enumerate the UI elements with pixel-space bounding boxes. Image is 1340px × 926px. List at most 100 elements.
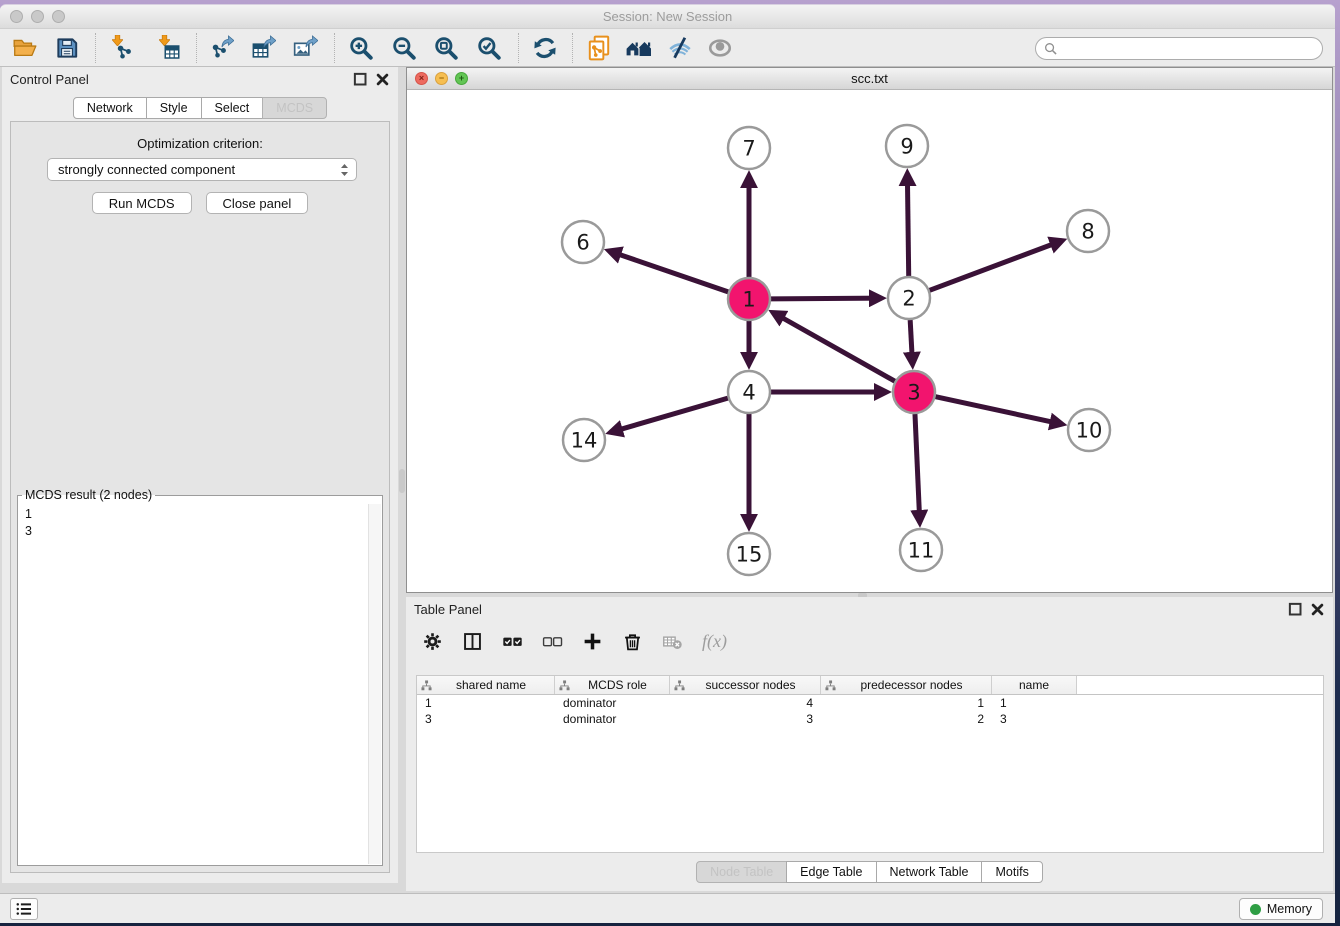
export-table-icon[interactable] (251, 35, 277, 61)
close-panel-icon[interactable] (375, 72, 390, 87)
deselect-all-icon[interactable] (542, 631, 563, 652)
graph-node-7[interactable]: 7 (728, 127, 770, 169)
network-canvas[interactable]: 7 9 6 8 1 2 4 3 14 10 15 11 (407, 90, 1332, 592)
import-table-icon[interactable] (156, 35, 182, 61)
graph-edge-3-10[interactable] (935, 397, 1062, 424)
graph-node-3[interactable]: 3 (893, 371, 935, 413)
graph-edge-2-3[interactable] (910, 320, 912, 365)
table-cell-shared-name[interactable]: 3 (417, 712, 555, 726)
graph-node-11[interactable]: 11 (900, 529, 942, 571)
graph-node-15[interactable]: 15 (728, 533, 770, 575)
add-column-icon[interactable] (582, 631, 603, 652)
gear-icon[interactable] (422, 631, 443, 652)
graph-edge-3-1[interactable] (773, 313, 895, 382)
tab-mcds[interactable]: MCDS (262, 97, 327, 119)
close-panel-button[interactable]: Close panel (206, 192, 309, 214)
run-mcds-button[interactable]: Run MCDS (92, 192, 192, 214)
tab-select[interactable]: Select (201, 97, 264, 119)
save-session-icon[interactable] (54, 35, 80, 61)
memory-button[interactable]: Memory (1239, 898, 1323, 920)
float-table-panel-icon[interactable] (1288, 602, 1303, 617)
task-history-button[interactable] (10, 898, 38, 920)
table-cell-shared-name[interactable]: 1 (417, 696, 555, 710)
window-zoom-button[interactable] (52, 10, 65, 23)
graph-node-2[interactable]: 2 (888, 277, 930, 319)
table-cell-MCDS-role[interactable]: dominator (555, 696, 670, 710)
status-bar: Memory (0, 893, 1335, 923)
column-header-predecessor-nodes[interactable]: predecessor nodes (821, 676, 992, 694)
table-cell-successor-nodes[interactable]: 4 (670, 696, 821, 710)
tab-network-table[interactable]: Network Table (876, 861, 983, 883)
graph-node-6[interactable]: 6 (562, 221, 604, 263)
window-minimize-button[interactable] (31, 10, 44, 23)
table-cell-successor-nodes[interactable]: 3 (670, 712, 821, 726)
search-input[interactable] (1062, 41, 1314, 56)
table-row[interactable]: 1dominator411 (417, 695, 1323, 711)
graph-node-14[interactable]: 14 (563, 419, 605, 461)
show-all-icon[interactable] (707, 35, 733, 61)
graph-node-8[interactable]: 8 (1067, 210, 1109, 252)
zoom-in-icon[interactable] (348, 35, 374, 61)
tab-node-table[interactable]: Node Table (696, 861, 787, 883)
vertical-splitter-handle[interactable] (399, 469, 405, 493)
graph-node-1[interactable]: 1 (728, 278, 770, 320)
zoom-out-icon[interactable] (391, 35, 417, 61)
tab-network[interactable]: Network (73, 97, 147, 119)
table-row[interactable]: 3dominator323 (417, 711, 1323, 727)
network-zoom-button[interactable]: + (455, 72, 468, 85)
open-file-icon[interactable] (12, 35, 38, 61)
table-cell-name[interactable]: 3 (992, 712, 1077, 726)
graph-edge-4-14[interactable] (610, 398, 727, 432)
column-header-successor-nodes[interactable]: successor nodes (670, 676, 821, 694)
first-neighbors-icon[interactable] (624, 35, 654, 61)
hide-selected-icon[interactable] (667, 35, 693, 61)
column-header-label: MCDS role (570, 678, 665, 692)
column-header-shared-name[interactable]: shared name (417, 676, 555, 694)
graph-node-4[interactable]: 4 (728, 371, 770, 413)
graph-edge-2-9[interactable] (907, 173, 908, 276)
node-table: shared name MCDS role successor nodesprede… (416, 675, 1324, 853)
mcds-result-textarea[interactable]: 1 3 (19, 504, 381, 864)
network-view-window: × − + scc.txt 7968124314101511 (406, 67, 1333, 593)
delete-column-icon[interactable] (622, 631, 643, 652)
refresh-icon[interactable] (532, 35, 558, 61)
graph-edge-1-2[interactable] (771, 298, 882, 299)
graph-node-10[interactable]: 10 (1068, 409, 1110, 451)
result-scrollbar[interactable] (368, 504, 381, 864)
graph-edge-2-8[interactable] (930, 241, 1063, 291)
table-cell-MCDS-role[interactable]: dominator (555, 712, 670, 726)
tree-hierarchy-icon (421, 680, 432, 691)
close-table-panel-icon[interactable] (1310, 602, 1325, 617)
graph-node-label: 10 (1076, 419, 1103, 443)
column-header-label: shared name (432, 678, 550, 692)
window-close-button[interactable] (10, 10, 23, 23)
columns-icon[interactable] (462, 631, 483, 652)
search-field[interactable] (1035, 37, 1323, 60)
column-header-MCDS-role[interactable]: MCDS role (555, 676, 670, 694)
column-header-name[interactable]: name (992, 676, 1077, 694)
float-window-icon[interactable] (353, 72, 368, 87)
clone-network-icon[interactable] (586, 35, 612, 61)
import-network-icon[interactable] (109, 35, 135, 61)
graph-edge-1-6[interactable] (609, 251, 728, 292)
table-cell-predecessor-nodes[interactable]: 2 (821, 712, 992, 726)
tab-motifs[interactable]: Motifs (981, 861, 1042, 883)
mcds-pane: Optimization criterion: strongly connect… (10, 121, 390, 873)
network-minimize-button[interactable]: − (435, 72, 448, 85)
zoom-selected-icon[interactable] (476, 35, 502, 61)
export-image-icon[interactable] (293, 35, 319, 61)
graph-node-label: 15 (736, 543, 763, 567)
graph-edge-3-11[interactable] (915, 414, 920, 523)
optimization-criterion-select[interactable]: strongly connected component (47, 158, 357, 181)
graph-node-9[interactable]: 9 (886, 125, 928, 167)
tab-edge-table[interactable]: Edge Table (786, 861, 876, 883)
tab-style[interactable]: Style (146, 97, 202, 119)
table-cell-predecessor-nodes[interactable]: 1 (821, 696, 992, 710)
main-toolbar (0, 29, 1335, 67)
zoom-fit-icon[interactable] (433, 35, 459, 61)
select-all-icon[interactable] (502, 631, 523, 652)
network-close-button[interactable]: × (415, 72, 428, 85)
export-network-icon[interactable] (210, 35, 236, 61)
network-graph[interactable]: 7 9 6 8 1 2 4 3 14 10 15 11 (407, 90, 1332, 592)
table-cell-name[interactable]: 1 (992, 696, 1077, 710)
